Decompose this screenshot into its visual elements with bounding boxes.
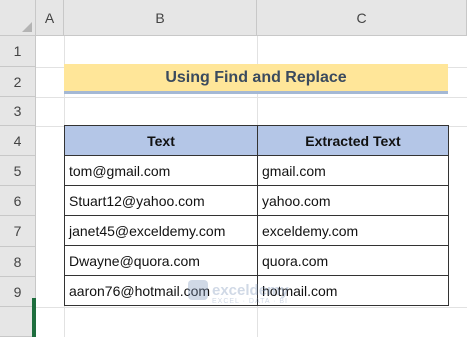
column-header-c[interactable]: C: [257, 0, 467, 36]
cell-extracted-text[interactable]: gmail.com: [257, 155, 449, 186]
sheet-edge-indicator: [32, 298, 36, 337]
cell-extracted-text[interactable]: exceldemy.com: [257, 215, 449, 246]
table-row: Stuart12@yahoo.com yahoo.com: [64, 185, 449, 216]
header-extracted-text[interactable]: Extracted Text: [257, 125, 449, 156]
row-header-empty: [0, 307, 36, 337]
table-header-row: Text Extracted Text: [64, 125, 449, 156]
cell-extracted-text[interactable]: quora.com: [257, 245, 449, 276]
watermark: exceldemy EXCEL · DATA · BI: [188, 280, 289, 305]
row-header-9[interactable]: 9: [0, 277, 36, 307]
row-header-5[interactable]: 5: [0, 156, 36, 186]
column-header-a[interactable]: A: [36, 0, 64, 36]
cell-text[interactable]: tom@gmail.com: [64, 155, 258, 186]
cell-text[interactable]: Stuart12@yahoo.com: [64, 185, 258, 216]
row-header-1[interactable]: 1: [0, 36, 36, 67]
select-all-corner[interactable]: [0, 0, 36, 36]
cell-text[interactable]: Dwayne@quora.com: [64, 245, 258, 276]
row-header-6[interactable]: 6: [0, 186, 36, 216]
table-row: janet45@exceldemy.com exceldemy.com: [64, 215, 449, 246]
row-header-8[interactable]: 8: [0, 247, 36, 277]
watermark-logo-icon: [188, 280, 208, 300]
spreadsheet-grid: A B C 1 2 3 4 5 6 7 8 9 Using Find and R…: [0, 0, 467, 337]
sheet-title[interactable]: Using Find and Replace: [64, 64, 448, 94]
email-table: Text Extracted Text tom@gmail.com gmail.…: [64, 125, 449, 306]
row-header-7[interactable]: 7: [0, 216, 36, 247]
gridline: [36, 307, 467, 308]
watermark-tagline: EXCEL · DATA · BI: [212, 298, 288, 305]
table-row: tom@gmail.com gmail.com: [64, 155, 449, 186]
cell-extracted-text[interactable]: yahoo.com: [257, 185, 449, 216]
table-row: Dwayne@quora.com quora.com: [64, 245, 449, 276]
header-text[interactable]: Text: [64, 125, 258, 156]
watermark-name: exceldemy: [212, 281, 289, 299]
gridline: [36, 97, 467, 98]
cell-text[interactable]: janet45@exceldemy.com: [64, 215, 258, 246]
row-header-2[interactable]: 2: [0, 67, 36, 97]
row-header-4[interactable]: 4: [0, 126, 36, 156]
column-header-b[interactable]: B: [64, 0, 257, 36]
row-header-3[interactable]: 3: [0, 97, 36, 126]
